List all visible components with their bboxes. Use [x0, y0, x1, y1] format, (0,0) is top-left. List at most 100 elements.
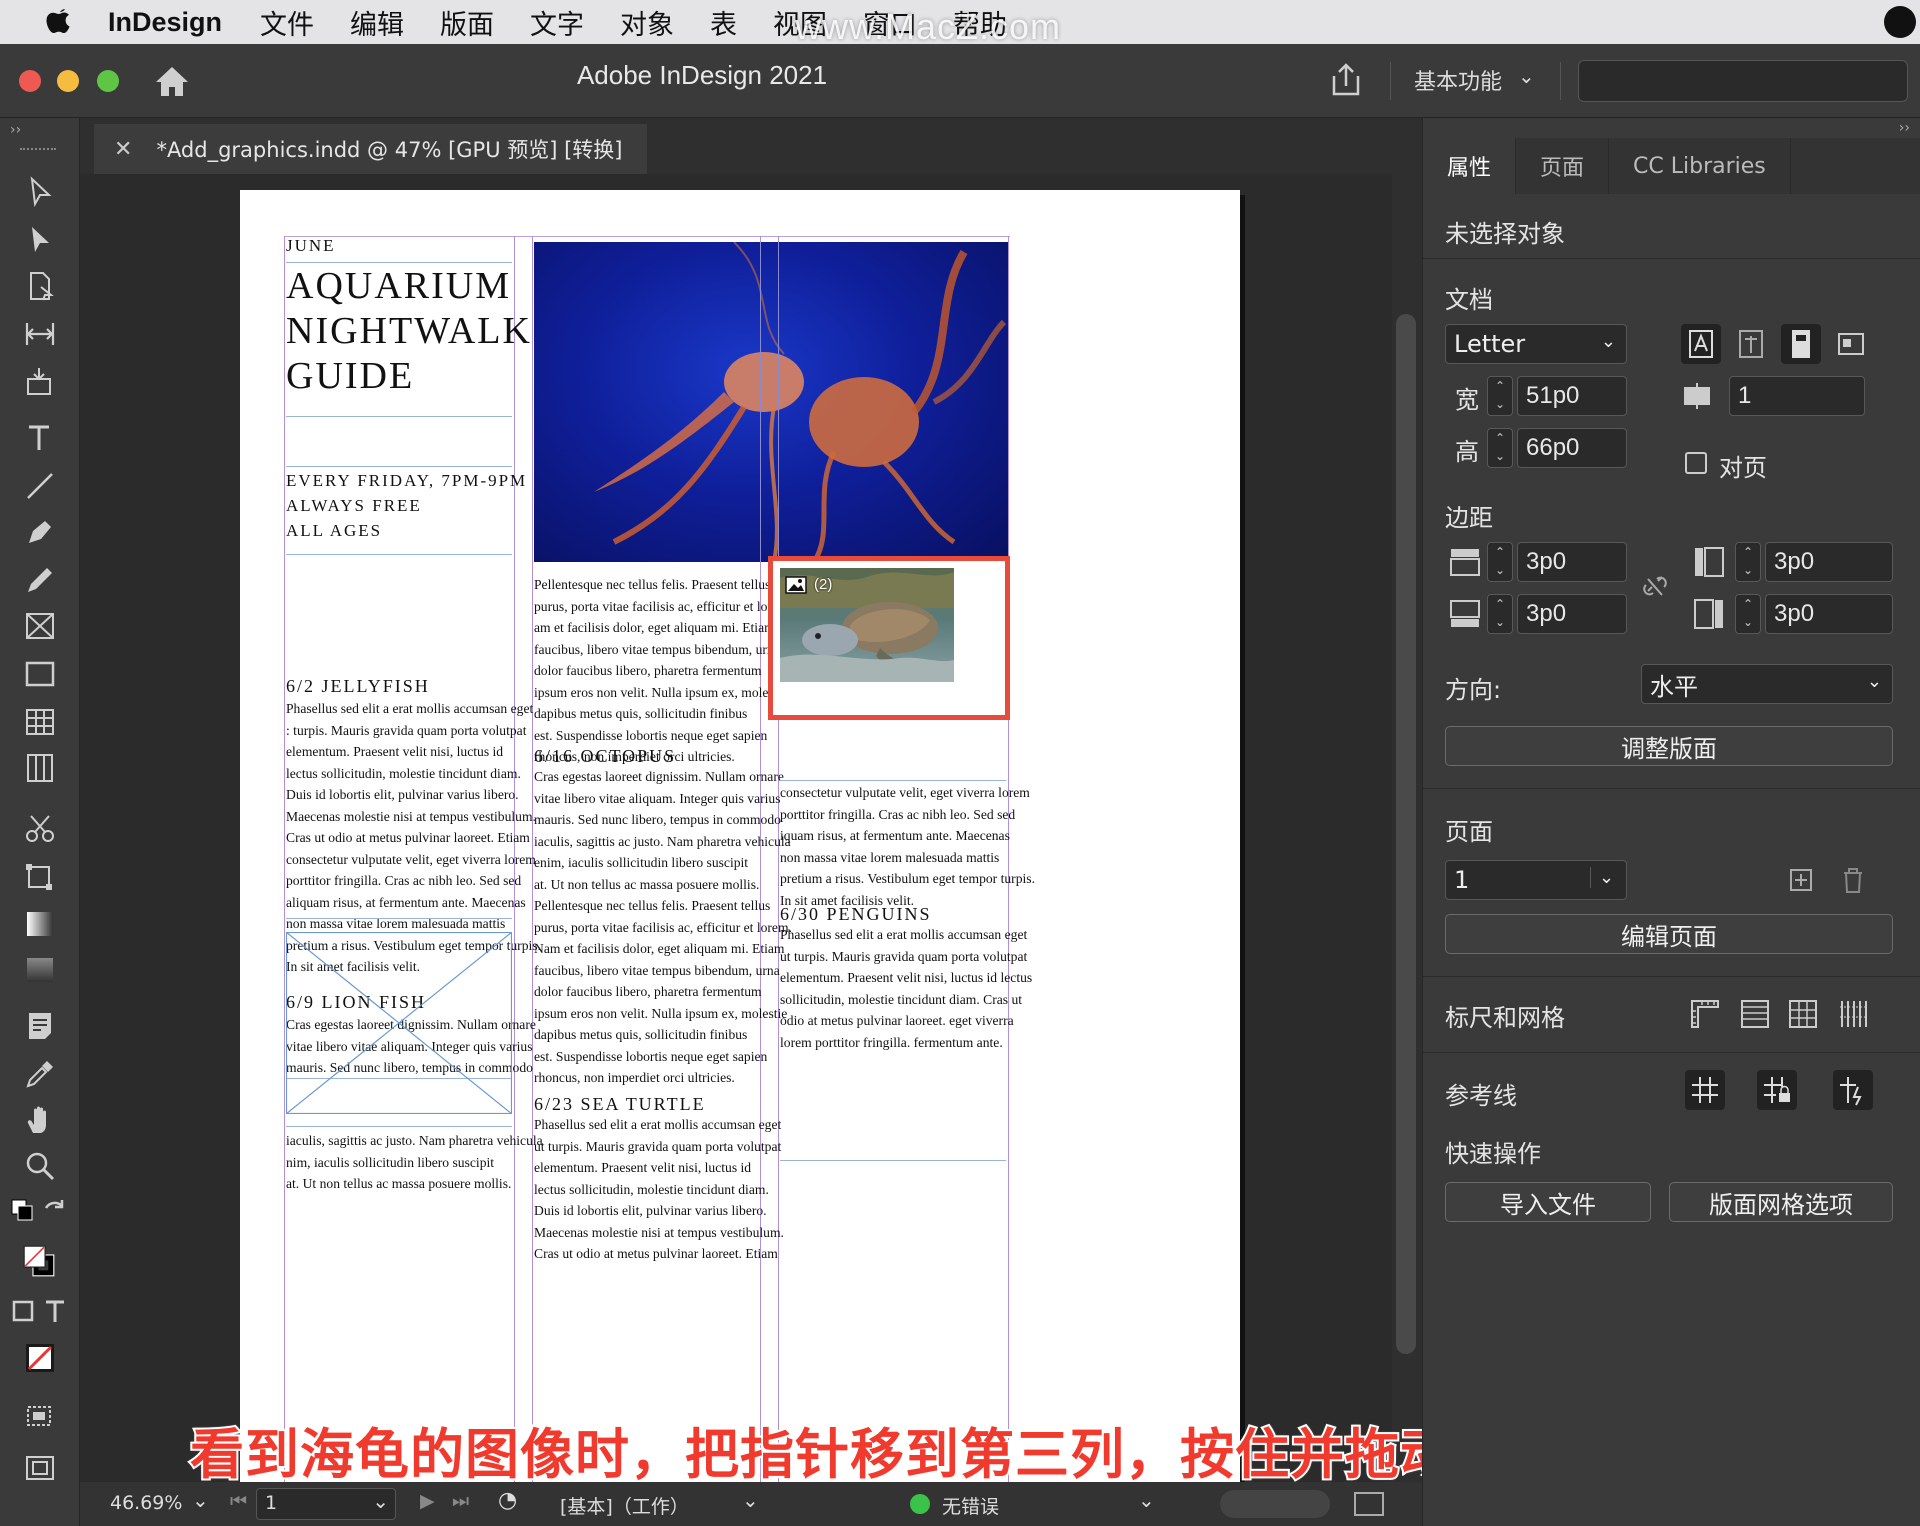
table-tool-icon[interactable] [18, 702, 62, 742]
width-input[interactable]: 51p0 [1517, 376, 1627, 416]
margin-bottom-input[interactable]: 3p0 [1517, 594, 1627, 634]
link-margins-icon[interactable] [1635, 566, 1675, 606]
scrollbar-thumb[interactable] [1396, 314, 1416, 1354]
layout-grid-options-button[interactable]: 版面网格选项 [1669, 1182, 1893, 1222]
chevron-down-icon[interactable]: ⌄ [1867, 671, 1882, 692]
zoom-tool-icon[interactable] [18, 1146, 62, 1186]
jellyfish-photo[interactable] [534, 242, 1008, 562]
chevron-down-icon[interactable]: ⌄ [1601, 331, 1616, 352]
close-tab-icon[interactable]: ✕ [114, 137, 132, 162]
octopus-text[interactable]: Cras egestas laoreet dignissim. Nullam o… [534, 766, 792, 1089]
control-center-icon[interactable] [1884, 6, 1916, 38]
gap-tool-icon[interactable] [18, 314, 62, 354]
free-transform-tool-icon[interactable] [18, 856, 62, 896]
page-tool-icon[interactable] [18, 266, 62, 306]
pages-count-input[interactable]: 1 [1729, 376, 1865, 416]
tab-pages[interactable]: 页面 [1516, 138, 1610, 194]
zoom-dropdown-icon[interactable]: ⌄ [192, 1488, 209, 1512]
import-file-button[interactable]: 导入文件 [1445, 1182, 1651, 1222]
lock-guides-icon[interactable] [1757, 1070, 1797, 1110]
menu-file[interactable]: 文件 [260, 3, 314, 42]
panel-grip[interactable] [20, 148, 56, 154]
formatting-container-icon[interactable] [8, 1296, 38, 1326]
apply-none-icon[interactable] [18, 1338, 62, 1378]
col3-intro-text[interactable]: consectetur vulputate velit, eget viverr… [780, 782, 1035, 911]
margin-top-stepper[interactable]: ⌃ ⌄ [1487, 542, 1513, 582]
menu-object[interactable]: 对象 [620, 3, 674, 42]
pen-tool-icon[interactable] [18, 512, 62, 552]
apple-icon[interactable] [40, 3, 78, 41]
intro-text[interactable]: Pellentesque nec tellus felis. Praesent … [534, 574, 792, 768]
page-size-dropdown[interactable]: Letter ⌄ [1445, 324, 1627, 364]
orientation-dropdown[interactable]: 水平 ⌄ [1641, 664, 1893, 704]
page-number-input[interactable]: 1 ⌄ [256, 1488, 396, 1520]
gradient-feather-tool-icon[interactable] [18, 950, 62, 990]
document-page[interactable]: JUNE AQUARIUM NIGHTWALK GUIDE EVERY FRID… [240, 190, 1240, 1482]
chevron-down-icon[interactable]: ⌄ [1590, 867, 1626, 888]
landscape-orientation-icon[interactable] [1831, 324, 1871, 364]
portrait-orientation-icon[interactable] [1781, 324, 1821, 364]
continued-text[interactable]: iaculis, sagittis ac justo. Nam pharetra… [286, 1130, 543, 1195]
share-icon[interactable] [1326, 60, 1366, 100]
margin-right-stepper[interactable]: ⌃ ⌄ [1735, 594, 1761, 634]
horizontal-scroll-thumb[interactable] [1220, 1490, 1330, 1518]
preflight-status[interactable]: 无错误 [942, 1492, 999, 1519]
empty-graphic-frame[interactable] [286, 932, 512, 1114]
adjust-layout-button[interactable]: 调整版面 [1445, 726, 1893, 766]
hand-tool-icon[interactable] [18, 1100, 62, 1140]
page-intent-print-icon[interactable] [1681, 324, 1721, 364]
zoom-level[interactable]: 46.69% [110, 1492, 182, 1514]
margin-top-input[interactable]: 3p0 [1517, 542, 1627, 582]
menu-type[interactable]: 文字 [530, 3, 584, 42]
edit-page-button[interactable]: 编辑页面 [1445, 914, 1893, 954]
grid-tool-icon[interactable] [18, 748, 62, 788]
pencil-tool-icon[interactable] [18, 560, 62, 600]
chevron-down-icon[interactable]: ⌄ [742, 1488, 759, 1512]
rectangle-tool-icon[interactable] [18, 654, 62, 694]
vertical-scrollbar[interactable] [1392, 174, 1422, 1482]
fill-stroke-swatch[interactable] [8, 1230, 70, 1292]
next-page-icon[interactable]: ▶ [420, 1490, 435, 1512]
add-page-icon[interactable] [1781, 860, 1821, 900]
formatting-text-icon[interactable] [40, 1296, 70, 1326]
gradient-swatch-tool-icon[interactable] [18, 904, 62, 944]
type-tool-icon[interactable] [18, 418, 62, 458]
split-window-icon[interactable] [1354, 1492, 1384, 1516]
sea-turtle-text[interactable]: Phasellus sed elit a erat mollis accumsa… [534, 1114, 784, 1265]
document-canvas[interactable]: JUNE AQUARIUM NIGHTWALK GUIDE EVERY FRID… [80, 174, 1390, 1482]
chevron-down-icon[interactable]: ⌄ [372, 1489, 389, 1513]
facing-pages-checkbox[interactable] [1685, 452, 1707, 474]
selection-tool-icon[interactable] [18, 172, 62, 212]
margin-left-input[interactable]: 3p0 [1765, 542, 1893, 582]
line-tool-icon[interactable] [18, 466, 62, 506]
eyedropper-tool-icon[interactable] [18, 1054, 62, 1094]
style-indicator[interactable]: [基本]（工作） [560, 1492, 689, 1519]
menu-edit[interactable]: 编辑 [350, 3, 404, 42]
open-document-icon[interactable]: ◔ [498, 1488, 517, 1513]
collapse-panel-icon[interactable]: ›› [1899, 120, 1910, 136]
direct-selection-tool-icon[interactable] [18, 220, 62, 260]
height-stepper[interactable]: ⌃ ⌄ [1487, 428, 1513, 468]
baseline-grid-icon[interactable] [1735, 994, 1775, 1034]
menu-layout[interactable]: 版面 [440, 3, 494, 42]
content-collector-icon[interactable] [18, 362, 62, 402]
scissors-tool-icon[interactable] [18, 808, 62, 848]
rulers-icon[interactable] [1685, 994, 1725, 1034]
smart-guides-icon[interactable] [1833, 1070, 1873, 1110]
margin-bottom-stepper[interactable]: ⌃ ⌄ [1487, 594, 1513, 634]
page-dropdown[interactable]: 1 ⌄ [1445, 860, 1627, 900]
margin-right-input[interactable]: 3p0 [1765, 594, 1893, 634]
swap-colors-icon[interactable] [40, 1196, 70, 1226]
margin-left-stepper[interactable]: ⌃ ⌄ [1735, 542, 1761, 582]
penguins-text[interactable]: Phasellus sed elit a erat mollis accumsa… [780, 924, 1032, 1053]
first-page-icon[interactable]: ⏮ [230, 1490, 247, 1512]
tab-cc-libraries[interactable]: CC Libraries [1609, 138, 1791, 194]
document-tab[interactable]: ✕ *Add_graphics.indd @ 47% [GPU 预览] [转换] [94, 124, 647, 174]
chevron-down-icon[interactable]: ⌄ [1138, 1488, 1155, 1512]
collapse-tools-icon[interactable]: ›› [10, 122, 21, 138]
menu-table[interactable]: 表 [710, 3, 737, 42]
rectangle-frame-tool-icon[interactable] [18, 606, 62, 646]
width-stepper[interactable]: ⌃ ⌄ [1487, 376, 1513, 416]
delete-page-icon[interactable] [1833, 860, 1873, 900]
last-page-icon[interactable]: ⏭ [452, 1490, 469, 1512]
